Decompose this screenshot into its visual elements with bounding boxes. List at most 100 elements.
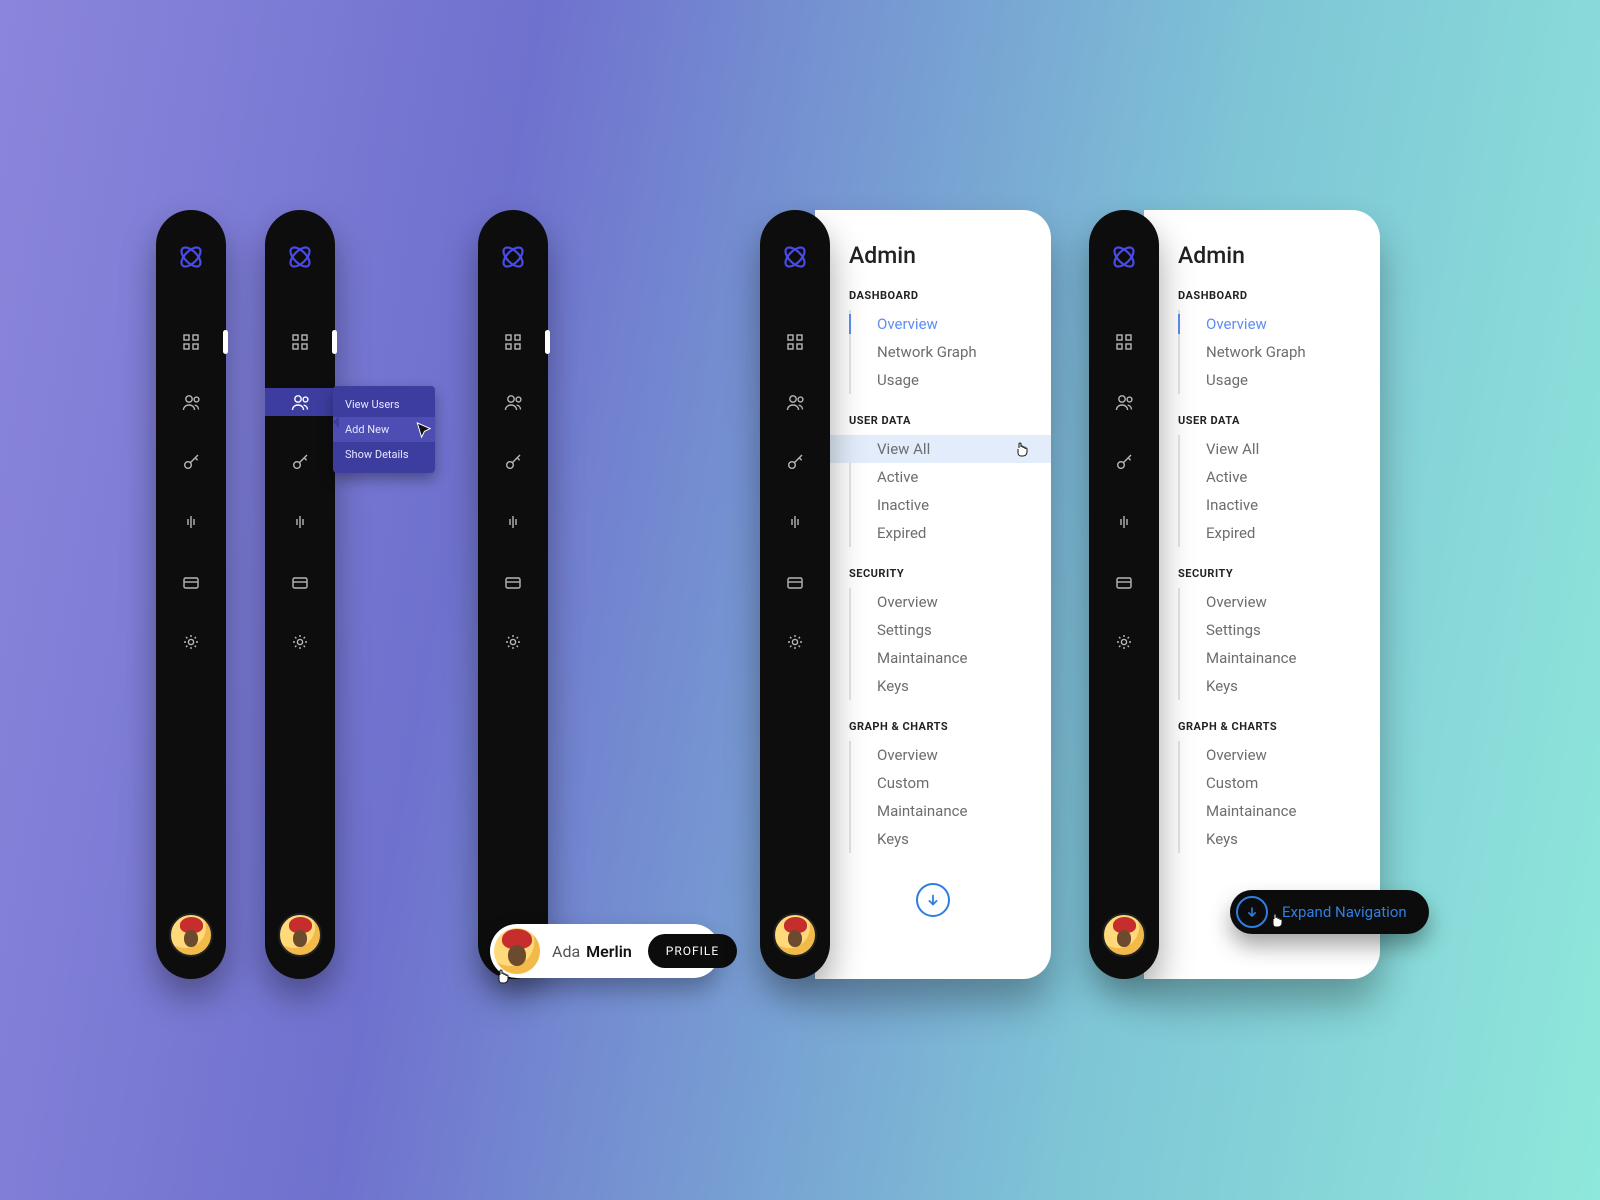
- grid-icon[interactable]: [1089, 328, 1159, 356]
- nav-item-inactive[interactable]: Inactive: [851, 491, 1051, 519]
- nav-item-maintainance[interactable]: Maintainance: [1180, 644, 1380, 672]
- logo-icon: [780, 242, 810, 272]
- gear-icon[interactable]: [760, 628, 830, 656]
- panel-title: Admin: [1178, 242, 1380, 269]
- nav-item-graph-keys[interactable]: Keys: [1180, 825, 1380, 853]
- section-label-dashboard: DASHBOARD: [849, 289, 1051, 302]
- grid-icon[interactable]: [760, 328, 830, 356]
- avatar[interactable]: [1102, 913, 1146, 957]
- key-icon[interactable]: [478, 448, 548, 476]
- section-list-graph: Overview Custom Maintainance Keys: [1178, 741, 1380, 853]
- nav-item-active[interactable]: Active: [851, 463, 1051, 491]
- nav-item-expired[interactable]: Expired: [1180, 519, 1380, 547]
- audio-icon[interactable]: [478, 508, 548, 536]
- gear-icon[interactable]: [156, 628, 226, 656]
- flyout-item-show-details[interactable]: Show Details: [333, 442, 435, 467]
- nav-item-sec-overview[interactable]: Overview: [1180, 588, 1380, 616]
- nav-item-view-all[interactable]: View All: [817, 435, 1051, 463]
- key-icon[interactable]: [265, 448, 335, 476]
- nav-item-sec-overview[interactable]: Overview: [851, 588, 1051, 616]
- section-label-security: SECURITY: [849, 567, 1051, 580]
- avatar[interactable]: [773, 913, 817, 957]
- flyout-item-view-users[interactable]: View Users: [333, 392, 435, 417]
- card-icon[interactable]: [156, 568, 226, 596]
- nav-item-overview[interactable]: Overview: [1180, 310, 1380, 338]
- section-label-user-data: USER DATA: [849, 414, 1051, 427]
- nav-item-custom[interactable]: Custom: [1180, 769, 1380, 797]
- nav-rail-with-panel: [1089, 210, 1159, 979]
- nav-item-active[interactable]: Active: [1180, 463, 1380, 491]
- audio-icon[interactable]: [265, 508, 335, 536]
- nav-item-maintainance[interactable]: Maintainance: [851, 644, 1051, 672]
- hand-cursor-icon: [1013, 439, 1031, 457]
- audio-icon[interactable]: [1089, 508, 1159, 536]
- users-icon[interactable]: [1089, 388, 1159, 416]
- key-icon[interactable]: [760, 448, 830, 476]
- card-icon[interactable]: [760, 568, 830, 596]
- nav-item-expired[interactable]: Expired: [851, 519, 1051, 547]
- hand-cursor-icon: [1268, 910, 1286, 928]
- users-icon[interactable]: [478, 388, 548, 416]
- key-icon[interactable]: [156, 448, 226, 476]
- section-label-graph: GRAPH & CHARTS: [1178, 720, 1380, 733]
- expand-button[interactable]: [916, 883, 950, 917]
- nav-item-custom[interactable]: Custom: [851, 769, 1051, 797]
- section-list-dashboard: Overview Network Graph Usage: [1178, 310, 1380, 394]
- users-icon[interactable]: View Users Add New Show Details: [265, 388, 335, 416]
- audio-icon[interactable]: [760, 508, 830, 536]
- profile-last-name: Merlin: [586, 942, 632, 961]
- nav-item-settings[interactable]: Settings: [1180, 616, 1380, 644]
- section-label-graph: GRAPH & CHARTS: [849, 720, 1051, 733]
- nav-item-network-graph[interactable]: Network Graph: [851, 338, 1051, 366]
- nav-item-keys[interactable]: Keys: [1180, 672, 1380, 700]
- nav-rail-collapsed: [156, 210, 226, 979]
- card-icon[interactable]: [265, 568, 335, 596]
- grid-icon[interactable]: [156, 328, 226, 356]
- logo-icon: [176, 242, 206, 272]
- grid-icon[interactable]: [265, 328, 335, 356]
- nav-panel-expanded: Admin DASHBOARD Overview Network Graph U…: [1144, 210, 1380, 979]
- panel-title: Admin: [849, 242, 1051, 269]
- nav-item-keys[interactable]: Keys: [851, 672, 1051, 700]
- cursor-icon: [413, 420, 427, 434]
- expand-label: Expand Navigation: [1282, 903, 1407, 921]
- nav-item-graph-keys[interactable]: Keys: [851, 825, 1051, 853]
- users-icon[interactable]: [760, 388, 830, 416]
- logo-icon: [1109, 242, 1139, 272]
- section-label-user-data: USER DATA: [1178, 414, 1380, 427]
- nav-item-graph-maintainance[interactable]: Maintainance: [1180, 797, 1380, 825]
- gear-icon[interactable]: [1089, 628, 1159, 656]
- nav-item-usage[interactable]: Usage: [1180, 366, 1380, 394]
- gear-icon[interactable]: [478, 628, 548, 656]
- section-list-dashboard: Overview Network Graph Usage: [849, 310, 1051, 394]
- section-list-security: Overview Settings Maintainance Keys: [1178, 588, 1380, 700]
- section-label-dashboard: DASHBOARD: [1178, 289, 1380, 302]
- logo-icon: [285, 242, 315, 272]
- nav-item-graph-maintainance[interactable]: Maintainance: [851, 797, 1051, 825]
- section-list-user-data: View All Active Inactive Expired: [1178, 435, 1380, 547]
- nav-item-overview[interactable]: Overview: [851, 310, 1051, 338]
- nav-item-graph-overview[interactable]: Overview: [851, 741, 1051, 769]
- nav-item-network-graph[interactable]: Network Graph: [1180, 338, 1380, 366]
- section-list-graph: Overview Custom Maintainance Keys: [849, 741, 1051, 853]
- nav-rail-profile: [478, 210, 548, 979]
- audio-icon[interactable]: [156, 508, 226, 536]
- grid-icon[interactable]: [478, 328, 548, 356]
- avatar[interactable]: [278, 913, 322, 957]
- card-icon[interactable]: [1089, 568, 1159, 596]
- expand-navigation-pill[interactable]: Expand Navigation: [1230, 890, 1429, 934]
- nav-panel-expanded-hover: Admin DASHBOARD Overview Network Graph U…: [815, 210, 1051, 979]
- nav-item-view-all[interactable]: View All: [1180, 435, 1380, 463]
- users-icon[interactable]: [156, 388, 226, 416]
- nav-item-inactive[interactable]: Inactive: [1180, 491, 1380, 519]
- profile-chip[interactable]: Ada Merlin PROFILE: [490, 924, 720, 978]
- profile-button[interactable]: PROFILE: [648, 934, 737, 968]
- hand-cursor-icon: [494, 966, 512, 984]
- gear-icon[interactable]: [265, 628, 335, 656]
- nav-item-graph-overview[interactable]: Overview: [1180, 741, 1380, 769]
- avatar[interactable]: [169, 913, 213, 957]
- nav-item-usage[interactable]: Usage: [851, 366, 1051, 394]
- key-icon[interactable]: [1089, 448, 1159, 476]
- nav-item-settings[interactable]: Settings: [851, 616, 1051, 644]
- card-icon[interactable]: [478, 568, 548, 596]
